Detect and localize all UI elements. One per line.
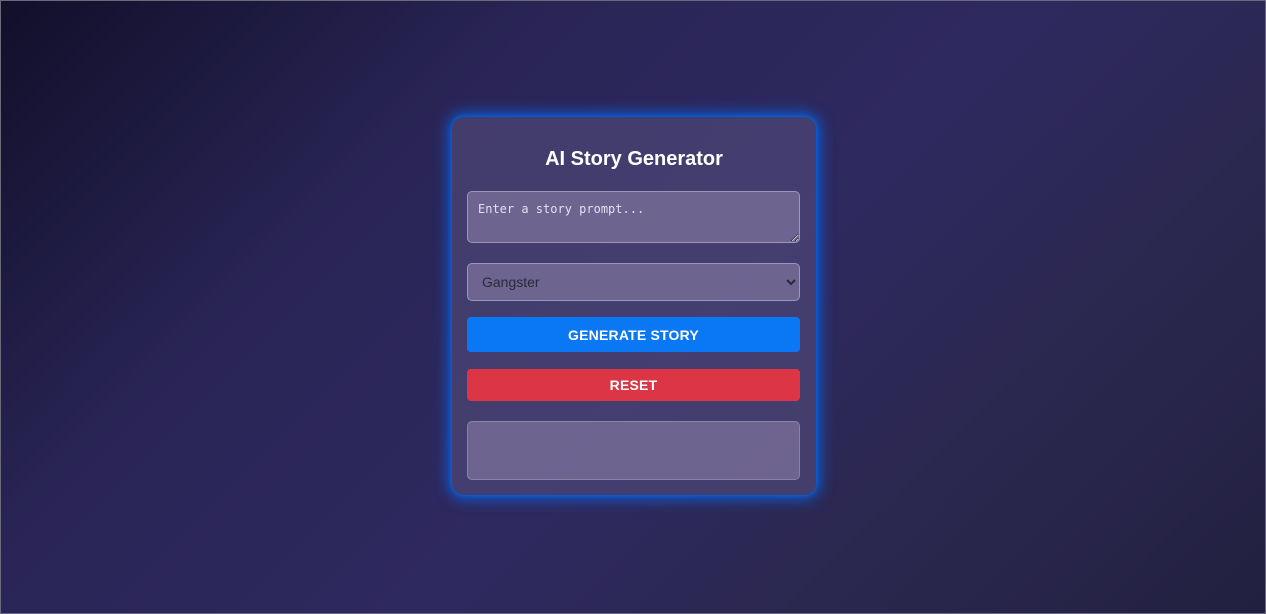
story-output [467, 421, 800, 480]
generate-story-button[interactable]: GENERATE STORY [467, 317, 800, 352]
story-prompt-input[interactable] [467, 191, 800, 243]
story-generator-card: AI Story Generator Gangster GENERATE STO… [452, 117, 816, 495]
reset-button[interactable]: RESET [467, 369, 800, 401]
genre-select[interactable]: Gangster [467, 263, 800, 301]
page-background: { "app": { "title": "AI Story Generator"… [0, 0, 1266, 614]
page-title: AI Story Generator [545, 148, 723, 170]
